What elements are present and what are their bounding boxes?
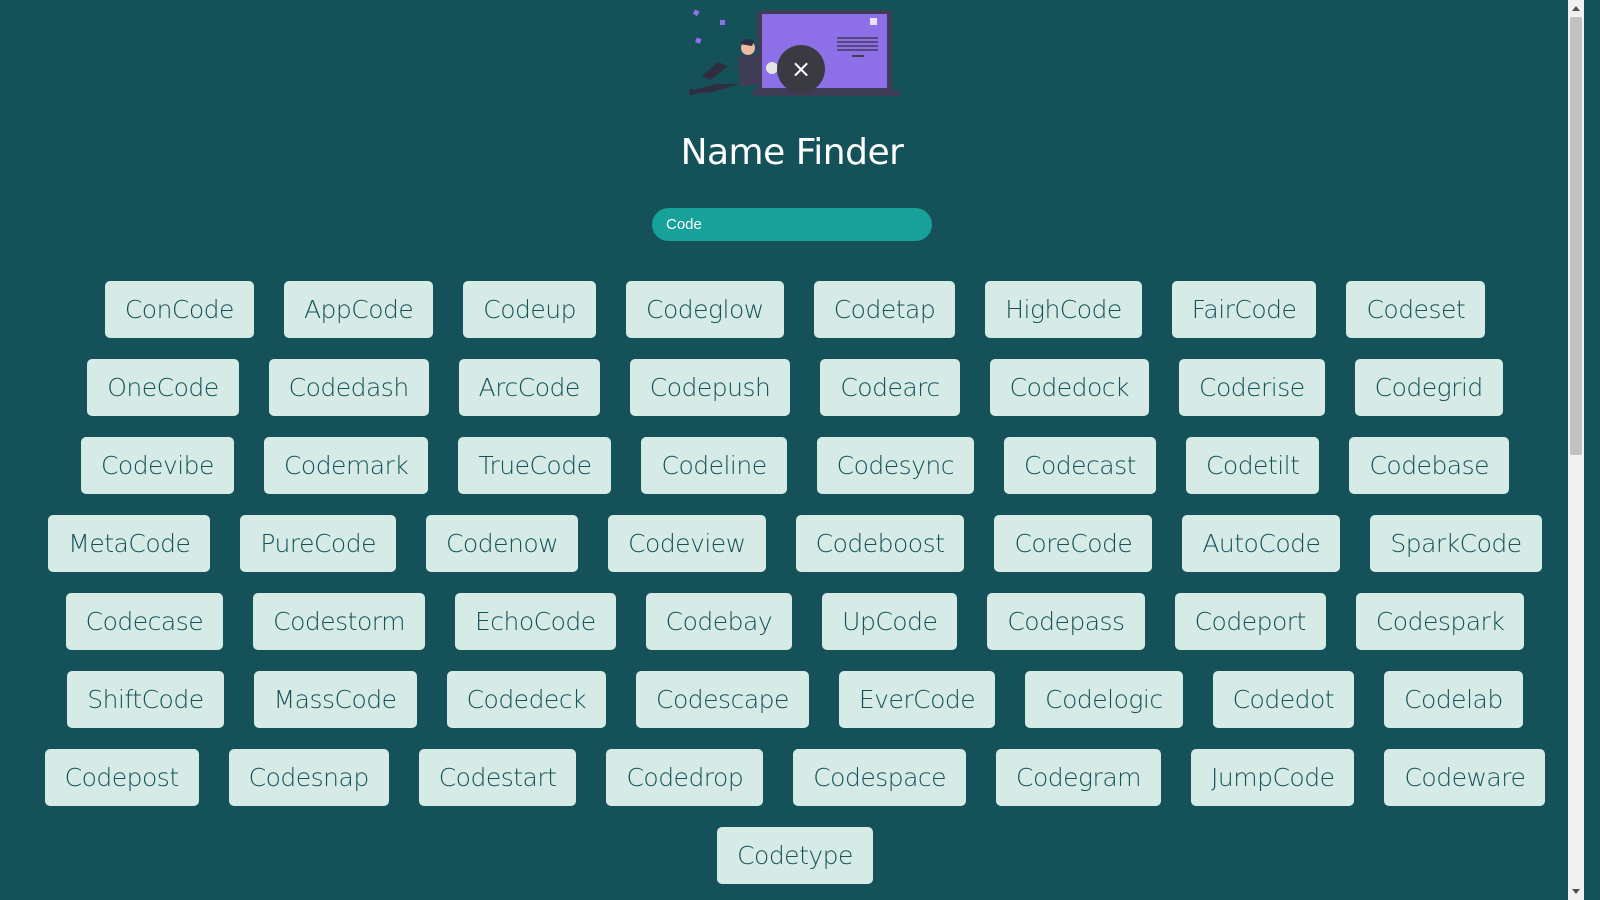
name-card[interactable]: SparkCode	[1370, 515, 1542, 572]
name-card[interactable]: Codelogic	[1025, 671, 1183, 728]
name-card[interactable]: Codetilt	[1185, 437, 1320, 494]
name-card[interactable]: ShiftCode	[67, 671, 224, 728]
name-card[interactable]: Codenow	[425, 515, 579, 572]
name-card[interactable]: EverCode	[838, 671, 996, 728]
page: × Name Finder ConCode AppCode Codeup Codegl…	[0, 0, 1584, 900]
confetti-shape	[692, 9, 700, 17]
name-card[interactable]: CoreCode	[994, 515, 1153, 572]
name-card[interactable]: Codevibe	[80, 437, 234, 494]
name-card[interactable]: Codetap	[813, 281, 956, 338]
vertical-scrollbar[interactable]	[1568, 0, 1584, 900]
name-card[interactable]: MassCode	[253, 671, 417, 728]
scroll-down-icon[interactable]	[1572, 889, 1580, 894]
name-card[interactable]: Codespace	[793, 749, 967, 806]
name-card[interactable]: Codespark	[1355, 593, 1525, 650]
name-card[interactable]: TrueCode	[458, 437, 612, 494]
name-card[interactable]: HighCode	[985, 281, 1142, 338]
name-card[interactable]: Codemark	[263, 437, 429, 494]
name-card[interactable]: AutoCode	[1182, 515, 1341, 572]
name-card[interactable]: Codepush	[629, 359, 791, 416]
screen-widget	[870, 18, 877, 25]
name-card[interactable]: Codedeck	[446, 671, 607, 728]
name-card[interactable]: Codecase	[65, 593, 224, 650]
name-card[interactable]: Codebay	[645, 593, 793, 650]
name-card[interactable]: MetaCode	[48, 515, 211, 572]
name-card[interactable]: Codegrid	[1354, 359, 1503, 416]
name-card[interactable]: Codedot	[1212, 671, 1355, 728]
scrollbar-thumb[interactable]	[1570, 17, 1582, 455]
name-card[interactable]: Codeware	[1384, 749, 1546, 806]
name-card[interactable]: Codepost	[44, 749, 199, 806]
name-card[interactable]: Codescape	[636, 671, 809, 728]
confetti-shape	[720, 20, 725, 25]
name-card[interactable]: Codeline	[641, 437, 787, 494]
close-icon[interactable]: ×	[777, 45, 825, 93]
name-card[interactable]: Codecast	[1004, 437, 1156, 494]
name-card[interactable]: FairCode	[1171, 281, 1317, 338]
name-card[interactable]: Codegram	[996, 749, 1162, 806]
name-card[interactable]: Codesnap	[228, 749, 389, 806]
search-input[interactable]	[652, 208, 932, 241]
name-card[interactable]: Coderise	[1179, 359, 1325, 416]
name-card[interactable]: JumpCode	[1191, 749, 1355, 806]
name-card[interactable]: Codepass	[987, 593, 1145, 650]
name-card[interactable]: Codedrop	[606, 749, 764, 806]
name-card[interactable]: Codestart	[418, 749, 577, 806]
name-card[interactable]: ConCode	[104, 281, 254, 338]
name-card[interactable]: Codearc	[820, 359, 960, 416]
name-card[interactable]: Codetype	[717, 827, 873, 884]
person-shoe	[689, 89, 695, 95]
person-leg-bent	[702, 62, 728, 80]
name-card[interactable]: Codebase	[1349, 437, 1510, 494]
page-title: Name Finder	[680, 132, 904, 173]
name-card[interactable]: Codeglow	[626, 281, 784, 338]
name-results-grid: ConCode AppCode Codeup Codeglow Codetap HighC…	[40, 281, 1550, 884]
name-card[interactable]: EchoCode	[454, 593, 616, 650]
name-card[interactable]: Codesync	[816, 437, 975, 494]
name-card[interactable]: Codeboost	[795, 515, 965, 572]
name-card[interactable]: Codeset	[1346, 281, 1486, 338]
name-card[interactable]: UpCode	[822, 593, 958, 650]
name-card[interactable]: Codeup	[463, 281, 596, 338]
name-card[interactable]: Codedash	[268, 359, 429, 416]
person-legs	[692, 84, 740, 94]
name-card[interactable]: Codeview	[608, 515, 766, 572]
name-card[interactable]: ArcCode	[458, 359, 600, 416]
laptop-base	[752, 90, 900, 96]
name-card[interactable]: AppCode	[283, 281, 434, 338]
name-card[interactable]: Codestorm	[253, 593, 425, 650]
person-body	[738, 54, 762, 86]
scroll-up-icon[interactable]	[1572, 6, 1580, 11]
name-card[interactable]: Codeport	[1174, 593, 1326, 650]
name-card[interactable]: Codedock	[989, 359, 1150, 416]
confetti-shape	[695, 37, 702, 44]
name-card[interactable]: PureCode	[240, 515, 396, 572]
name-card[interactable]: OneCode	[87, 359, 239, 416]
name-card[interactable]: Codelab	[1384, 671, 1523, 728]
